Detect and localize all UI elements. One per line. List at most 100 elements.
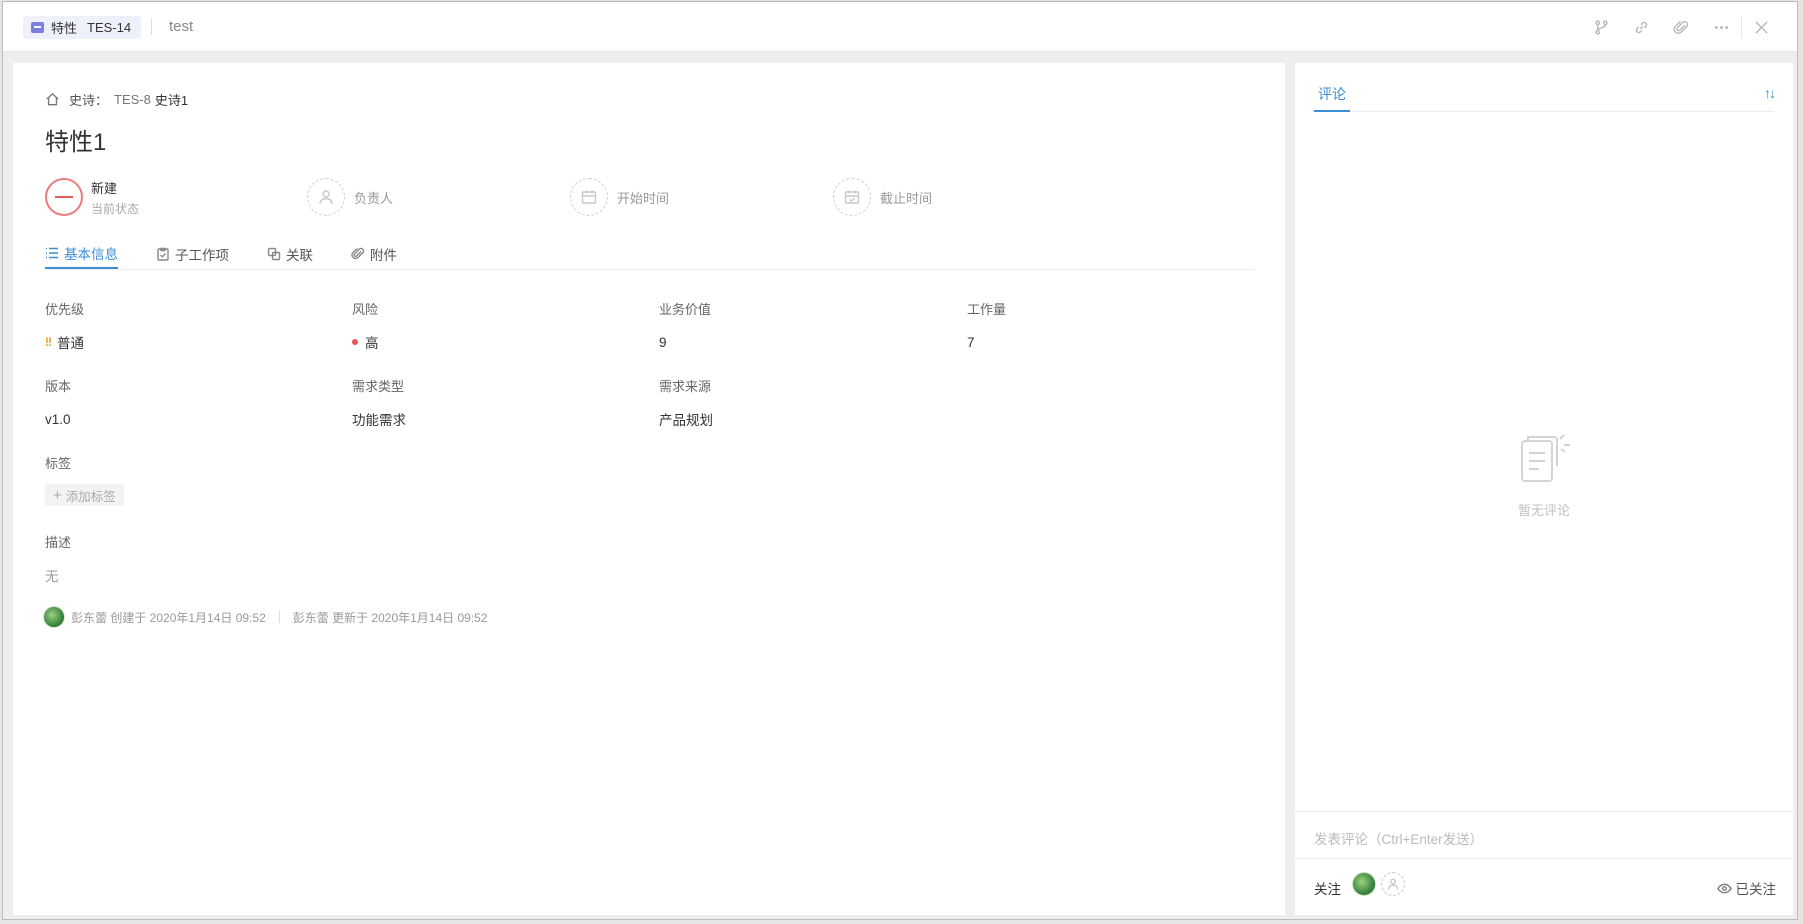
- divider: [151, 19, 152, 35]
- due-date-selector[interactable]: 截止时间: [833, 177, 932, 217]
- link-icon: [1635, 21, 1647, 33]
- req-source-value: 产品规划: [659, 413, 713, 428]
- breadcrumb: 史诗： TES-8 史诗1: [45, 90, 188, 109]
- due-date-label: 截止时间: [880, 190, 933, 206]
- empty-comments-text: 暂无评论: [1517, 503, 1570, 518]
- tab-sub-items[interactable]: 子工作项: [156, 238, 229, 269]
- updated-info: 彭东蕾 更新于 2020年1月14日 09:52: [292, 610, 488, 625]
- detail-tabs: 基本信息 子工作项 关联 附件: [45, 238, 1255, 270]
- add-tag-button[interactable]: + 添加标签: [45, 484, 124, 506]
- avatar[interactable]: [1352, 872, 1376, 896]
- list-icon: [46, 247, 58, 258]
- field-label: 优先级: [45, 302, 85, 317]
- branch-button[interactable]: [1581, 16, 1621, 38]
- start-date-selector[interactable]: 开始时间: [570, 177, 669, 217]
- field-label: 标签: [45, 456, 72, 471]
- audit-footer: 彭东蕾 创建于 2020年1月14日 09:52 彭东蕾 更新于 2020年1月…: [43, 606, 488, 628]
- user-icon: [307, 178, 345, 216]
- risk-value: 高: [365, 336, 379, 351]
- epic-code[interactable]: TES-8: [114, 92, 151, 107]
- workload-field[interactable]: 工作量 7: [967, 299, 1006, 350]
- watch-label: 已关注: [1735, 882, 1777, 897]
- copy-link-button[interactable]: [1621, 16, 1661, 38]
- tab-basic-info[interactable]: 基本信息: [45, 238, 118, 269]
- field-grid: 优先级 !! 普通 风险 高 业务价值 9 工作量 7 版本 v1.0 需求类型…: [45, 299, 1275, 609]
- add-follower-button[interactable]: [1381, 872, 1405, 896]
- workload-value: 7: [967, 334, 975, 350]
- state-icon: [45, 178, 83, 216]
- close-icon: [1755, 20, 1768, 34]
- created-info: 彭东蕾 创建于 2020年1月14日 09:52: [71, 610, 266, 625]
- comments-tabs: 评论 ↑↓: [1314, 77, 1776, 112]
- divider: [278, 611, 280, 623]
- version-field[interactable]: 版本 v1.0: [45, 376, 71, 427]
- risk-field[interactable]: 风险 高: [352, 299, 379, 351]
- project-name[interactable]: test: [169, 18, 193, 35]
- avatar: [43, 606, 65, 628]
- watch-toggle[interactable]: 已关注: [1716, 878, 1777, 898]
- state-selector[interactable]: 新建 当前状态: [45, 177, 139, 217]
- attachment-button[interactable]: [1661, 16, 1701, 38]
- sort-icon[interactable]: ↑↓: [1764, 85, 1776, 101]
- assignee-selector[interactable]: 负责人: [307, 177, 393, 217]
- field-label: 描述: [45, 535, 72, 550]
- empty-state: 暂无评论: [1295, 433, 1793, 519]
- toolbar: [1581, 16, 1781, 38]
- priority-value: 普通: [57, 336, 84, 351]
- branch-icon: [1594, 19, 1608, 35]
- business-value-value: 9: [659, 334, 667, 350]
- more-button[interactable]: [1701, 16, 1741, 38]
- item-code: TES-14: [87, 20, 132, 35]
- close-button[interactable]: [1741, 16, 1781, 38]
- state-caption: 当前状态: [91, 201, 140, 216]
- type-label: 特性: [51, 21, 78, 36]
- empty-comments-icon: [1521, 434, 1570, 482]
- more-icon: [1714, 25, 1728, 29]
- epic-name[interactable]: 史诗1: [155, 90, 188, 109]
- field-label: 业务价值: [659, 302, 712, 317]
- req-type-field[interactable]: 需求类型 功能需求: [352, 376, 406, 428]
- field-label: 工作量: [967, 302, 1007, 317]
- field-row: 版本 v1.0 需求类型 功能需求 需求来源 产品规划: [45, 376, 1275, 453]
- start-date-label: 开始时间: [617, 190, 670, 206]
- home-icon[interactable]: [45, 92, 60, 107]
- tab-label: 关联: [286, 247, 313, 263]
- field-row: 描述 无: [45, 532, 1275, 609]
- page-title[interactable]: 特性1: [45, 122, 106, 157]
- business-value-field[interactable]: 业务价值 9: [659, 299, 711, 350]
- top-bar: 特性 TES-14 test: [3, 2, 1797, 52]
- meta-bar: 新建 当前状态 负责人 开始时间 截止时间: [45, 177, 1245, 217]
- comments-panel: 评论 ↑↓ 暂无评论 发表评论（Ctrl+Enter发送） 关注 已关注: [1295, 63, 1793, 915]
- calendar-check-icon: [833, 178, 871, 216]
- comment-input[interactable]: 发表评论（Ctrl+Enter发送）: [1295, 811, 1793, 858]
- field-label: 风险: [352, 302, 379, 317]
- plus-icon: +: [53, 486, 62, 504]
- priority-field[interactable]: 优先级 !! 普通: [45, 299, 85, 351]
- work-item-dialog: 特性 TES-14 test 史诗： TES-8 史诗1 特性1 新建 当前状态…: [2, 1, 1798, 920]
- work-item-type-chip[interactable]: 特性 TES-14: [23, 16, 142, 39]
- add-tag-label: 添加标签: [65, 489, 116, 504]
- description-field[interactable]: 描述 无: [45, 532, 72, 584]
- followers-bar: 关注 已关注: [1295, 858, 1793, 915]
- tab-relations[interactable]: 关联: [267, 238, 313, 269]
- field-label: 需求来源: [659, 379, 712, 394]
- relation-icon: [267, 247, 281, 260]
- req-source-field[interactable]: 需求来源 产品规划: [659, 376, 713, 428]
- tab-attachments[interactable]: 附件: [351, 238, 397, 269]
- version-value: v1.0: [45, 411, 71, 427]
- attachment-icon: [1673, 20, 1688, 34]
- field-row: 标签 + 添加标签: [45, 453, 1275, 532]
- risk-dot-icon: [352, 339, 358, 345]
- eye-icon: [1716, 883, 1732, 893]
- assignee-label: 负责人: [354, 190, 394, 206]
- clipboard-icon: [157, 247, 169, 261]
- detail-panel: 史诗： TES-8 史诗1 特性1 新建 当前状态 负责人 开始时间 截止时间 …: [13, 63, 1285, 915]
- tags-field: 标签 + 添加标签: [45, 453, 124, 506]
- field-row: 优先级 !! 普通 风险 高 业务价值 9 工作量 7: [45, 299, 1275, 376]
- tab-label: 附件: [370, 247, 397, 263]
- feature-type-icon: [31, 22, 44, 33]
- description-value: 无: [45, 569, 59, 584]
- state-value: 新建: [91, 180, 118, 196]
- priority-icon: !!: [45, 335, 52, 349]
- tab-comments[interactable]: 评论: [1314, 77, 1350, 112]
